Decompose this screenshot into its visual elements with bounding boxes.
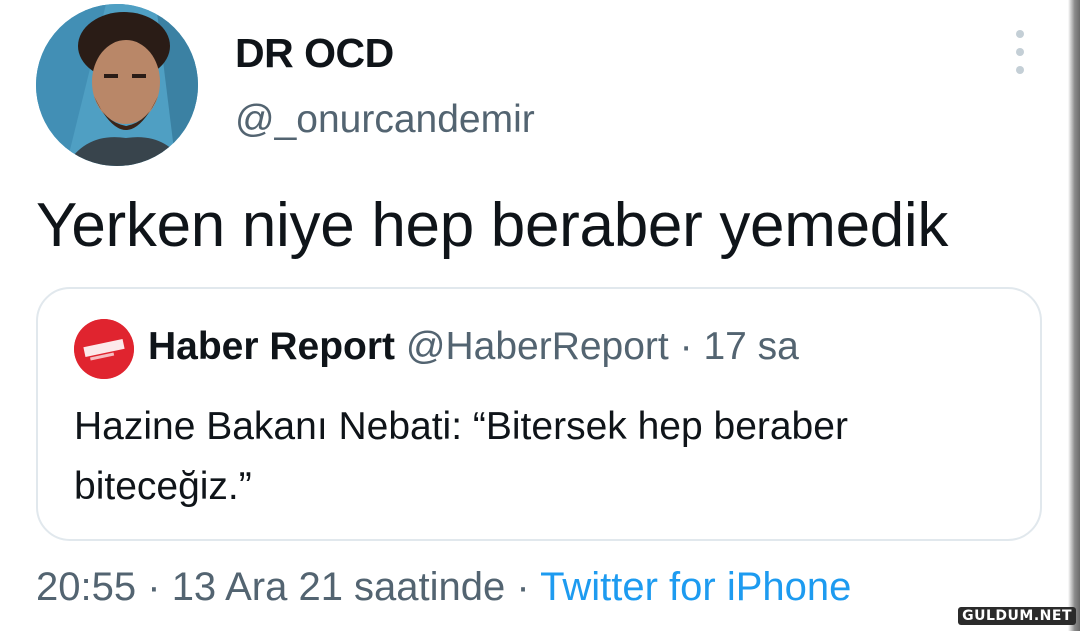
author-handle[interactable]: @_onurcandemir (235, 98, 535, 142)
quoted-tweet-time[interactable]: 17 sa (703, 325, 798, 368)
tweet-date[interactable]: 13 Ara 21 saatinde (172, 565, 506, 609)
quoted-tweet-text: Hazine Bakanı Nebati: “Bitersek hep bera… (74, 405, 848, 508)
quoted-author-name[interactable]: Haber Report (148, 325, 395, 368)
tweet-time[interactable]: 20:55 (36, 565, 136, 609)
tweet-timestamp-row: 20:55 · 13 Ara 21 saatinde · Twitter for… (36, 565, 851, 610)
quoted-tweet-card[interactable]: Haber Report @HaberReport · 17 sa Hazine… (36, 287, 1042, 541)
separator-dot: · (147, 565, 161, 609)
quoted-author-handle[interactable]: @HaberReport (406, 325, 669, 368)
author-avatar[interactable] (36, 4, 198, 166)
more-dot (1016, 66, 1024, 74)
tweet-text: Yerken niye hep beraber yemedik (36, 191, 949, 260)
more-dot (1016, 30, 1024, 38)
more-dot (1016, 48, 1024, 56)
tweet-source-link[interactable]: Twitter for iPhone (540, 565, 851, 609)
quoted-tweet-header: Haber Report @HaberReport · 17 sa (148, 325, 799, 369)
quoted-author-avatar[interactable] (74, 319, 134, 379)
author-display-name[interactable]: DR OCD (235, 30, 394, 77)
separator-dot: · (679, 325, 693, 368)
watermark: GULDUM.NET (958, 607, 1076, 625)
more-vertical-icon[interactable] (1008, 30, 1032, 74)
separator-dot: · (516, 565, 530, 609)
page-edge-shadow (1068, 0, 1080, 631)
